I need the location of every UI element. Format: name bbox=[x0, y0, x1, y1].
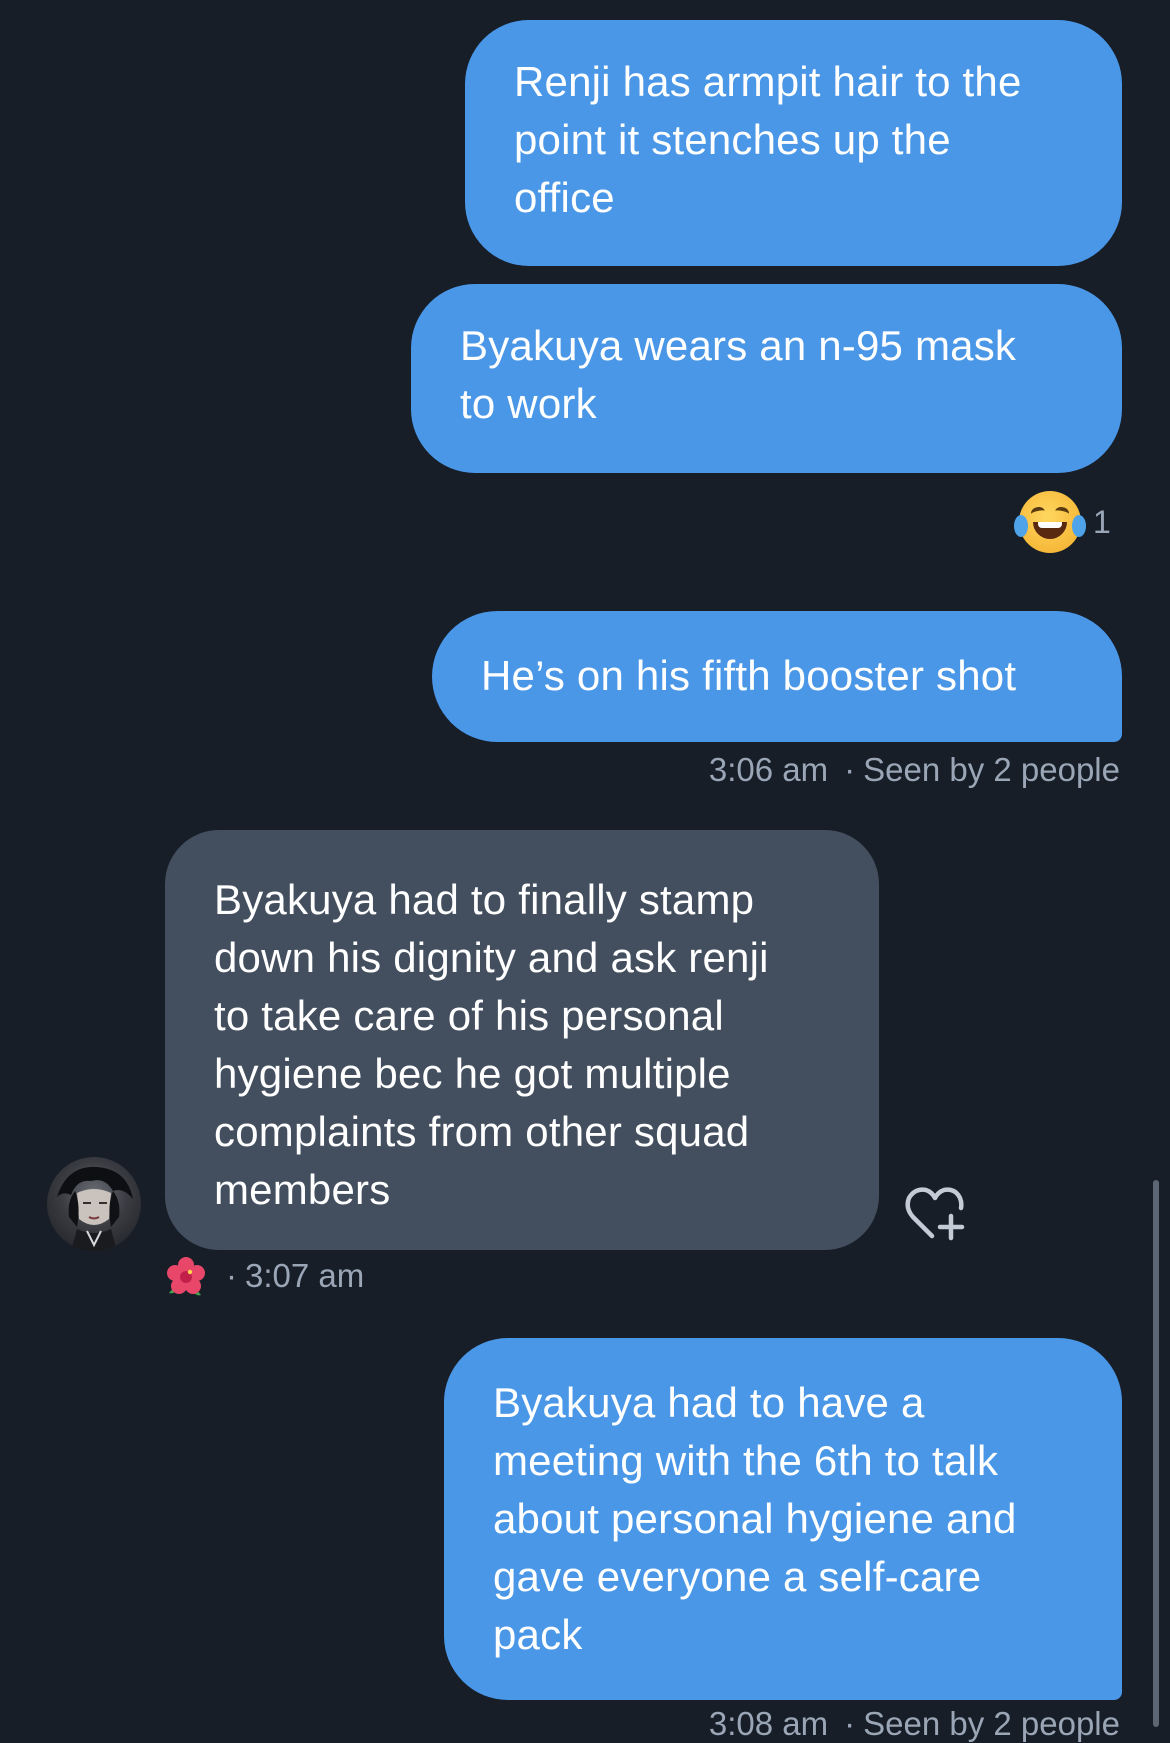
avatar-image bbox=[57, 1166, 133, 1251]
seen-status: Seen by 2 people bbox=[863, 751, 1120, 788]
message-meta: 3:06 am · Seen by 2 people bbox=[709, 751, 1120, 789]
message-meta: 3:08 am · Seen by 2 people bbox=[709, 1705, 1120, 1743]
reaction-count: 1 bbox=[1093, 503, 1111, 540]
scrollbar[interactable] bbox=[1153, 1180, 1159, 1727]
chat-thread: Renji has armpit hair to the point it st… bbox=[0, 0, 1170, 1742]
message-time: 3:07 am bbox=[245, 1257, 365, 1294]
avatar[interactable] bbox=[47, 1157, 141, 1251]
message-bubble-outgoing[interactable]: Byakuya wears an n-95 mask to work bbox=[411, 284, 1122, 473]
separator: · bbox=[226, 1257, 237, 1294]
message-bubble-outgoing[interactable]: He’s on his fifth booster shot bbox=[432, 611, 1122, 742]
seen-status: Seen by 2 people bbox=[863, 1705, 1120, 1742]
separator: · bbox=[844, 751, 856, 788]
message-time: 3:08 am bbox=[708, 1705, 829, 1742]
message-meta: · 3:07 am bbox=[226, 1257, 364, 1295]
message-bubble-outgoing[interactable]: Byakuya had to have a meeting with the 6… bbox=[444, 1338, 1122, 1700]
message-time: 3:06 am bbox=[708, 751, 829, 788]
face-with-tears-of-joy-icon bbox=[1014, 491, 1086, 553]
separator: · bbox=[844, 1705, 856, 1742]
message-reaction[interactable]: 1 bbox=[1014, 491, 1111, 553]
hibiscus-icon bbox=[163, 1255, 209, 1306]
message-bubble-outgoing[interactable]: Renji has armpit hair to the point it st… bbox=[465, 20, 1122, 266]
heart-plus-icon[interactable] bbox=[905, 1186, 967, 1247]
message-bubble-incoming[interactable]: Byakuya had to finally stamp down his di… bbox=[165, 830, 879, 1250]
